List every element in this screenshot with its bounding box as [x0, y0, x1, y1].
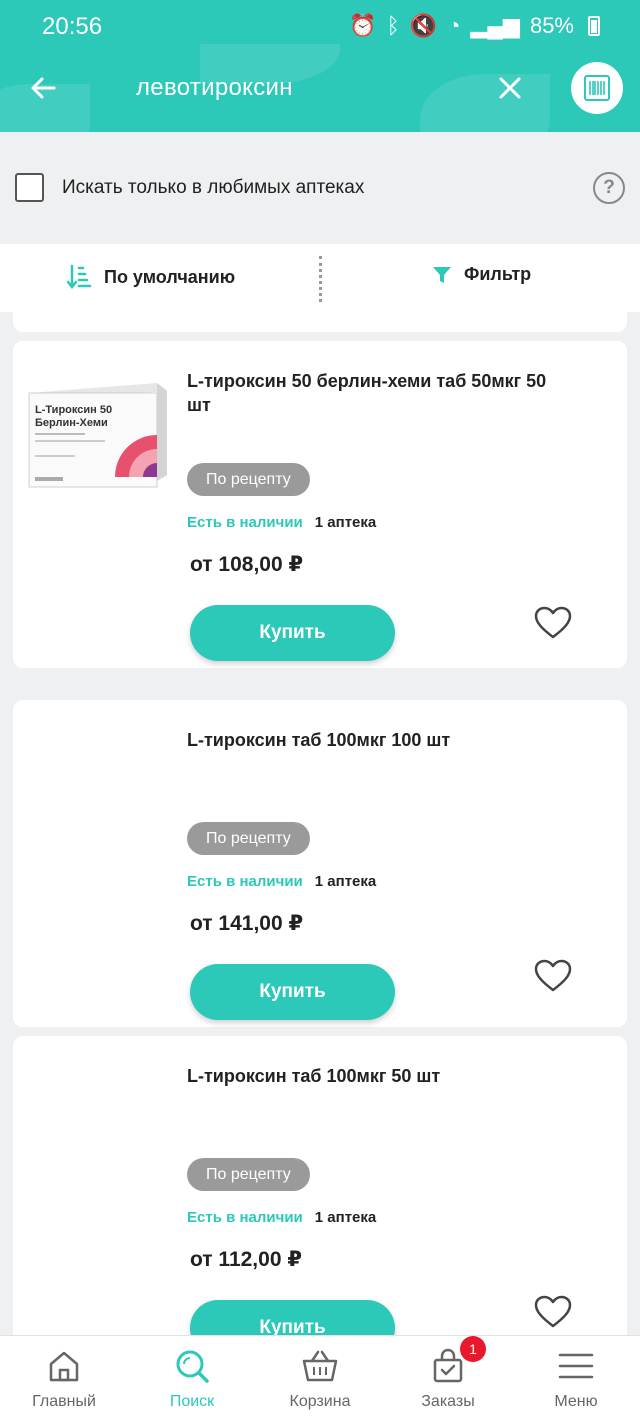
favorite-button[interactable] [533, 1294, 573, 1330]
status-time: 20:56 [42, 13, 103, 40]
nav-item-search[interactable]: Поиск [128, 1336, 256, 1423]
close-icon [499, 77, 521, 99]
stock-info: Есть в наличии 1 аптека [187, 873, 376, 890]
nav-label: Меню [554, 1393, 598, 1410]
product-price: от 141,00 ₽ [190, 912, 304, 935]
favorite-button[interactable] [533, 605, 573, 641]
clear-search-button[interactable] [492, 70, 528, 106]
search-input[interactable]: левотироксин [136, 74, 293, 102]
prescription-badge: По рецепту [187, 1158, 310, 1191]
menu-icon [558, 1353, 594, 1379]
favorites-label[interactable]: Искать только в любимых аптеках [62, 177, 364, 199]
sort-icon [66, 264, 92, 290]
stock-count: 1 аптека [314, 873, 377, 890]
stock-info: Есть в наличии 1 аптека [187, 514, 376, 531]
nav-item-cart[interactable]: Корзина [256, 1336, 384, 1423]
heart-icon [534, 606, 572, 639]
barcode-icon [584, 75, 610, 101]
nav-label: Главный [32, 1393, 96, 1410]
product-title[interactable]: L-тироксин таб 100мкг 100 шт [187, 728, 567, 752]
battery-icon [588, 16, 600, 36]
bottom-nav: Главный Поиск Корзина 1 Заказы Меню [0, 1335, 640, 1423]
stock-count: 1 аптека [314, 514, 377, 531]
prescription-badge: По рецепту [187, 822, 310, 855]
decor-leaf [420, 74, 550, 132]
previous-card-edge [13, 312, 627, 332]
signal-icon: ▂▄▆ [470, 13, 520, 38]
status-icons: ⏰ ᛒ 🔇 ◔ ▂▄▆ 85% [349, 13, 600, 39]
sort-button[interactable]: По умолчанию [66, 264, 235, 290]
buy-button[interactable]: Купить [190, 964, 395, 1020]
nav-label: Корзина [289, 1393, 351, 1410]
favorite-button[interactable] [533, 958, 573, 994]
stock-count: 1 аптека [314, 1209, 377, 1226]
nav-item-menu[interactable]: Меню [512, 1336, 640, 1423]
product-card[interactable]: L-тироксин таб 100мкг 50 шт По рецепту Е… [13, 1036, 627, 1363]
heart-icon [534, 959, 572, 992]
stock-label: Есть в наличии [187, 514, 303, 531]
sort-label: По умолчанию [104, 266, 236, 287]
bluetooth-icon: ᛒ [386, 13, 400, 38]
sort-filter-bar: По умолчанию Фильтр [0, 244, 640, 312]
basket-icon [302, 1350, 338, 1382]
nav-label: Заказы [421, 1393, 475, 1410]
search-icon [176, 1350, 209, 1383]
product-price: от 108,00 ₽ [190, 553, 304, 576]
wifi-icon: ◔ [447, 13, 461, 38]
help-icon[interactable]: ? [593, 172, 625, 204]
nav-label: Поиск [169, 1393, 215, 1410]
arrow-left-icon [31, 77, 56, 99]
product-image: L-Тироксин 50 Берлин-Хеми [25, 383, 171, 489]
search-header: левотироксин [0, 44, 640, 132]
product-card[interactable]: L-тироксин таб 100мкг 100 шт По рецепту … [13, 700, 627, 1027]
heart-icon [534, 1295, 572, 1328]
nav-item-orders[interactable]: 1 Заказы [384, 1336, 512, 1423]
barcode-scan-button[interactable] [571, 62, 623, 114]
back-button[interactable] [24, 68, 64, 108]
favorites-checkbox[interactable] [15, 173, 44, 202]
filter-label: Фильтр [464, 264, 532, 284]
product-title[interactable]: L-тироксин таб 100мкг 50 шт [187, 1064, 567, 1088]
product-price: от 112,00 ₽ [190, 1248, 302, 1271]
package-brand: L-Тироксин 50 [35, 404, 112, 416]
filter-button[interactable]: Фильтр [432, 264, 531, 285]
prescription-badge: По рецепту [187, 463, 310, 496]
stock-label: Есть в наличии [187, 1209, 303, 1226]
divider [319, 256, 322, 302]
home-icon [49, 1351, 79, 1382]
mute-icon: 🔇 [409, 13, 438, 38]
orders-count-badge: 1 [460, 1336, 486, 1362]
alarm-icon: ⏰ [349, 13, 377, 38]
product-title[interactable]: L-тироксин 50 берлин-хеми таб 50мкг 50 ш… [187, 369, 567, 417]
filter-icon [433, 266, 451, 283]
buy-button[interactable]: Купить [190, 605, 395, 661]
stock-label: Есть в наличии [187, 873, 303, 890]
favorites-filter-row: Искать только в любимых аптеках ? [0, 132, 640, 244]
battery-level: 85% [529, 13, 574, 38]
product-card[interactable]: L-Тироксин 50 Берлин-Хеми L-тироксин 50 … [13, 341, 627, 668]
nav-item-home[interactable]: Главный [0, 1336, 128, 1423]
package-maker: Берлин-Хеми [35, 417, 108, 429]
stock-info: Есть в наличии 1 аптека [187, 1209, 376, 1226]
